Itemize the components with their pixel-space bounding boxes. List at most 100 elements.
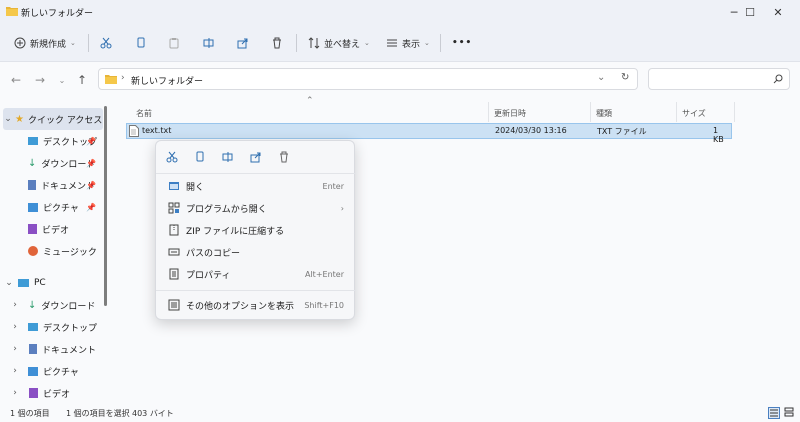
view-button-label: 表示 bbox=[402, 39, 421, 50]
chevron-right-icon: › bbox=[13, 344, 17, 354]
sidebar-item-pictures[interactable]: ピクチャ 📌 bbox=[0, 196, 104, 218]
file-type: TXT ファイル bbox=[597, 127, 647, 136]
column-header-size[interactable]: サイズ bbox=[682, 105, 706, 121]
back-arrow-icon[interactable]: ← bbox=[8, 72, 24, 88]
chevron-down-icon[interactable]: ⌄ bbox=[597, 72, 605, 83]
pc-icon bbox=[18, 279, 29, 287]
sidebar-item-pc[interactable]: ⌄ PC bbox=[0, 272, 104, 294]
open-icon bbox=[169, 182, 179, 190]
view-button[interactable]: 表示 ⌄ bbox=[386, 33, 430, 53]
sidebar-item-pc-downloads[interactable]: › ↓ ダウンロード bbox=[0, 294, 104, 316]
column-header-modified[interactable]: 更新日時 bbox=[494, 105, 526, 121]
menu-item-compress-zip[interactable]: ZIP ファイルに圧縮する bbox=[160, 219, 352, 241]
chevron-down-icon: ⌄ bbox=[424, 39, 430, 47]
share-button[interactable] bbox=[246, 147, 266, 167]
sidebar-item-pc-videos[interactable]: › ビデオ bbox=[0, 382, 104, 404]
refresh-icon[interactable]: ↻ bbox=[621, 72, 629, 83]
picture-icon bbox=[28, 366, 38, 376]
forward-arrow-icon[interactable]: → bbox=[32, 72, 48, 88]
share-icon bbox=[250, 152, 261, 163]
search-icon bbox=[773, 74, 783, 84]
sidebar-item-pc-documents[interactable]: › ドキュメント bbox=[0, 338, 104, 360]
search-input[interactable] bbox=[648, 68, 790, 90]
chevron-right-icon: › bbox=[13, 300, 17, 310]
properties-icon bbox=[169, 268, 179, 280]
share-icon bbox=[237, 38, 248, 49]
sidebar-item-label: ミュージック bbox=[43, 247, 97, 258]
cut-button[interactable] bbox=[100, 33, 112, 53]
recent-chevron-icon[interactable]: ⌄ bbox=[54, 72, 70, 88]
sidebar-item-label: ピクチャ bbox=[43, 367, 79, 378]
paste-button[interactable] bbox=[168, 33, 180, 53]
desktop-icon bbox=[28, 323, 38, 331]
column-header-type[interactable]: 種類 bbox=[596, 105, 612, 121]
sidebar-item-downloads[interactable]: ↓ ダウンロード 📌 bbox=[0, 152, 104, 174]
delete-button[interactable] bbox=[271, 33, 283, 53]
column-divider[interactable] bbox=[734, 102, 735, 122]
sidebar-item-pc-pictures[interactable]: › ピクチャ bbox=[0, 360, 104, 382]
pin-icon[interactable]: 📌 bbox=[86, 203, 96, 212]
sort-button[interactable]: 並べ替え ⌄ bbox=[308, 33, 370, 53]
pin-icon[interactable]: 📌 bbox=[86, 159, 96, 168]
more-button[interactable]: ••• bbox=[452, 33, 472, 53]
title-bar: 新しいフォルダー ─ ☐ ✕ bbox=[0, 0, 800, 24]
menu-item-copy-path[interactable]: パスのコピー bbox=[160, 241, 352, 263]
rename-icon bbox=[203, 38, 214, 48]
folder-icon bbox=[6, 7, 18, 16]
pin-icon[interactable]: 📌 bbox=[86, 137, 96, 146]
tiles-view-icon[interactable] bbox=[784, 407, 796, 419]
up-arrow-icon[interactable]: ↑ bbox=[74, 72, 90, 88]
menu-item-open-with[interactable]: プログラムから開く › bbox=[160, 197, 352, 219]
details-view-icon[interactable] bbox=[768, 407, 780, 419]
window-title: 新しいフォルダー bbox=[21, 9, 94, 19]
menu-item-properties[interactable]: プロパティ Alt+Enter bbox=[160, 263, 352, 285]
music-icon bbox=[28, 246, 38, 256]
menu-item-more-options[interactable]: その他のオプションを表示 Shift+F10 bbox=[160, 294, 352, 316]
column-divider[interactable] bbox=[676, 102, 677, 122]
text-file-icon bbox=[129, 125, 139, 137]
document-icon bbox=[28, 180, 36, 190]
menu-item-open[interactable]: 開く Enter bbox=[160, 175, 352, 197]
sort-icon bbox=[308, 37, 320, 49]
sidebar-item-label: ピクチャ bbox=[43, 203, 79, 214]
column-header-name[interactable]: 名前 bbox=[136, 105, 152, 121]
sidebar-scrollbar[interactable] bbox=[104, 106, 107, 306]
plus-circle-icon bbox=[14, 37, 26, 49]
new-button-label: 新規作成 bbox=[30, 39, 67, 50]
sidebar-item-quick-access[interactable]: ⌄ ★ クイック アクセス bbox=[3, 108, 103, 130]
rename-button[interactable] bbox=[218, 147, 238, 167]
selection-count: 1 個の項目を選択 bbox=[66, 409, 130, 418]
address-bar[interactable]: › 新しいフォルダー ⌄ ↻ bbox=[98, 68, 638, 90]
sort-button-label: 並べ替え bbox=[324, 39, 361, 50]
cut-button[interactable] bbox=[162, 147, 182, 167]
table-row[interactable]: text.txt 2024/03/30 13:16 TXT ファイル 1 KB bbox=[126, 123, 732, 144]
navigation-pane: ⌄ ★ クイック アクセス デスクトップ 📌 ↓ ダウンロード 📌 ドキュメント… bbox=[0, 96, 110, 405]
sidebar-item-music[interactable]: ミュージック bbox=[0, 240, 104, 262]
close-button[interactable]: ✕ bbox=[756, 0, 800, 24]
sidebar-item-videos[interactable]: ビデオ bbox=[0, 218, 104, 240]
document-icon bbox=[29, 344, 37, 354]
sidebar-item-documents[interactable]: ドキュメント 📌 bbox=[0, 174, 104, 196]
rename-icon bbox=[222, 152, 233, 162]
pin-icon[interactable]: 📌 bbox=[86, 181, 96, 190]
video-icon bbox=[29, 388, 38, 398]
file-size: 1 KB bbox=[713, 126, 724, 144]
item-count: 1 個の項目 bbox=[10, 409, 50, 418]
rename-button[interactable] bbox=[203, 33, 215, 53]
delete-button[interactable] bbox=[274, 147, 294, 167]
copy-button[interactable] bbox=[190, 147, 210, 167]
column-divider[interactable] bbox=[488, 102, 489, 122]
column-divider[interactable] bbox=[590, 102, 591, 122]
download-icon: ↓ bbox=[28, 157, 37, 169]
sidebar-item-pc-desktop[interactable]: › デスクトップ bbox=[0, 316, 104, 338]
breadcrumb[interactable]: 新しいフォルダー bbox=[131, 74, 203, 87]
sidebar-item-desktop[interactable]: デスクトップ 📌 bbox=[0, 130, 104, 152]
clipboard-icon bbox=[169, 38, 179, 49]
share-button[interactable] bbox=[237, 33, 249, 53]
copy-button[interactable] bbox=[135, 33, 147, 53]
folder-icon bbox=[105, 75, 117, 84]
sort-ascending-icon: ⌃ bbox=[306, 96, 314, 106]
selection-size: 403 バイト bbox=[132, 409, 174, 418]
new-button[interactable]: 新規作成 ⌄ bbox=[14, 33, 76, 53]
chevron-down-icon: ⌄ bbox=[70, 39, 76, 47]
